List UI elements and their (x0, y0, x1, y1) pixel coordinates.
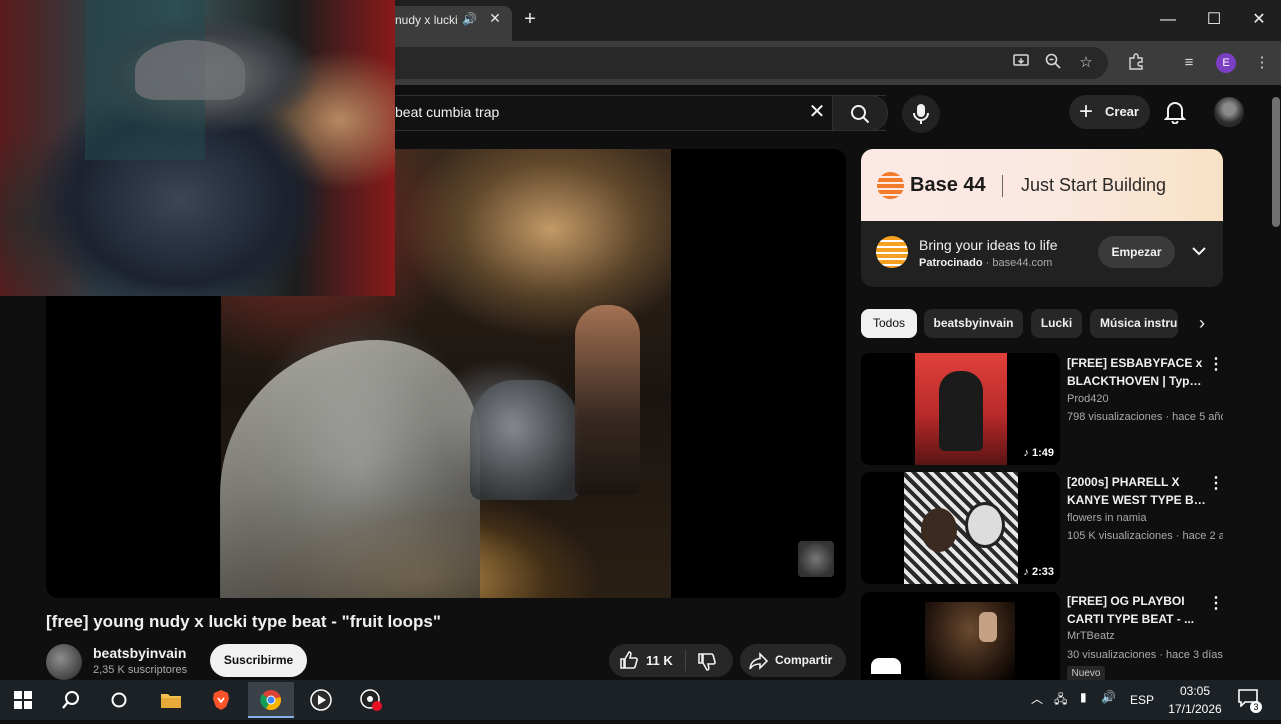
rec-thumbnail-hand (979, 612, 997, 642)
ad-cta-button[interactable]: Empezar (1098, 236, 1175, 268)
channel-watermark[interactable] (798, 541, 834, 577)
rec-meta: 30 visualizaciones · hace 3 días (1067, 649, 1223, 661)
new-tab-button[interactable]: + (520, 8, 540, 30)
volume-icon[interactable]: 🔊 (1101, 690, 1116, 704)
ad-headline[interactable]: Bring your ideas to life (919, 237, 1058, 253)
brave-browser-icon[interactable] (198, 682, 244, 718)
rec-title[interactable]: [FREE] OG PLAYBOI CARTI TYPE BEAT - ... (1067, 592, 1207, 628)
like-count[interactable]: 11 K (646, 653, 673, 668)
microphone-icon (913, 104, 929, 124)
video-person-shape (575, 305, 640, 495)
notification-count-badge: 3 (1250, 701, 1262, 713)
account-avatar[interactable] (1214, 97, 1244, 127)
chevron-down-icon[interactable] (1189, 240, 1209, 262)
chrome-taskbar-icon[interactable] (248, 682, 294, 718)
rec-thumbnail[interactable]: ♪ 1:49 (861, 353, 1060, 465)
share-label: Compartir (775, 653, 833, 667)
chrome-menu-icon[interactable]: ⋮ (1251, 52, 1273, 74)
ad-tagline: Just Start Building (1021, 175, 1167, 195)
webcam-hat-shape (135, 40, 245, 100)
rec-meta: 798 visualizaciones · hace 5 años (1067, 411, 1223, 423)
search-icon (851, 105, 870, 124)
chip-beatsbyinvain[interactable]: beatsbyinvain (924, 309, 1023, 338)
ad-brand-name: Base 44 (910, 174, 986, 196)
extensions-icon[interactable] (1125, 52, 1147, 74)
windows-start-icon[interactable] (0, 682, 46, 718)
more-options-icon[interactable]: ⋮ (1208, 473, 1224, 493)
install-app-icon[interactable] (1010, 52, 1032, 74)
more-options-icon[interactable]: ⋮ (1208, 354, 1224, 374)
rec-thumbnail[interactable] (861, 592, 1060, 680)
speaker-icon[interactable]: 🔊 (462, 12, 477, 26)
subscriber-count: 2,35 K suscriptores (93, 664, 188, 676)
tray-expand-icon[interactable]: ︿ (1031, 690, 1043, 707)
channel-avatar[interactable] (46, 644, 82, 680)
voice-search-button[interactable] (902, 95, 940, 133)
rec-thumbnail-figure (939, 371, 983, 451)
chip-musica-instrumental[interactable]: Música instrumental (1090, 309, 1178, 338)
language-indicator[interactable]: ESP (1130, 693, 1154, 707)
rec-duration: ♪ 1:49 (1023, 447, 1054, 459)
rec-meta: 105 K visualizaciones · hace 2 años (1067, 530, 1223, 542)
tab-close-icon[interactable]: ✕ (488, 10, 502, 28)
search-clear-icon[interactable]: ✕ (806, 100, 828, 124)
minimize-icon[interactable]: — (1156, 8, 1180, 32)
notifications-bell-icon[interactable] (1163, 100, 1188, 126)
ad-advertiser-icon[interactable] (876, 236, 908, 268)
zoom-icon[interactable] (1042, 52, 1064, 74)
rec-title[interactable]: [2000s] PHARELL X KANYE WEST TYPE BEAT (1067, 473, 1207, 509)
address-bar[interactable] (380, 47, 1108, 79)
new-badge: Nuevo (1067, 666, 1105, 681)
bookmark-star-icon[interactable]: ☆ (1075, 52, 1097, 74)
plus-icon: + (1079, 98, 1094, 125)
ad-domain: base44.com (992, 257, 1053, 269)
rec-channel[interactable]: MrTBeatz (1067, 630, 1115, 642)
subscribe-button[interactable]: Suscribirme (210, 644, 307, 677)
rec-channel[interactable]: flowers in namia (1067, 512, 1146, 524)
rec-title[interactable]: [FREE] ESBABYFACE xBLACKTHOVEN | Type Be… (1067, 354, 1207, 390)
ad-separator (1002, 175, 1003, 197)
chip-todos[interactable]: Todos (861, 309, 917, 338)
ad-sponsored-label: Patrocinado (919, 257, 983, 269)
chip-lucki[interactable]: Lucki (1031, 309, 1082, 338)
share-icon (749, 652, 769, 670)
clock-date[interactable]: 17/1/2026 (1162, 702, 1228, 716)
ad-logo-icon (877, 172, 904, 199)
clock-time[interactable]: 03:05 (1172, 684, 1218, 698)
browser-tab-title: nudy x lucki typ (395, 13, 457, 27)
dislike-icon[interactable] (697, 652, 717, 672)
usb-device-icon[interactable]: ▮ (1080, 690, 1087, 704)
like-divider (685, 650, 686, 671)
video-car2-shape (470, 380, 580, 500)
cortana-icon[interactable] (96, 682, 142, 718)
ad-sponsored-line: Patrocinado · base44.com (919, 257, 1052, 269)
window-close-icon[interactable]: ✕ (1247, 8, 1271, 32)
media-player-icon[interactable] (298, 682, 344, 718)
like-icon[interactable] (619, 650, 639, 670)
rec-thumbnail-art (925, 602, 1015, 680)
rec-thumbnail[interactable]: ♪ 2:33 (861, 472, 1060, 584)
rec-thumbnail-logo (871, 658, 901, 674)
scrollbar-thumb[interactable] (1272, 97, 1280, 227)
network-icon[interactable]: 🖧 (1054, 690, 1067, 711)
search-query-text: beat cumbia trap (395, 104, 500, 120)
media-control-icon[interactable]: ≡ (1178, 52, 1200, 74)
webcam-overlay (0, 0, 395, 296)
rec-channel[interactable]: Prod420 (1067, 393, 1109, 405)
maximize-icon[interactable]: ☐ (1202, 8, 1226, 32)
create-label: Crear (1105, 104, 1139, 119)
rec-thumbnail-face (921, 508, 957, 552)
rec-thumbnail-face (965, 502, 1005, 548)
profile-avatar[interactable]: E (1216, 53, 1236, 73)
search-button[interactable] (832, 95, 888, 131)
rec-duration: ♪ 2:33 (1023, 566, 1054, 578)
channel-name[interactable]: beatsbyinvain (93, 645, 186, 661)
ad-sponsored-separator: · (985, 257, 990, 269)
file-explorer-icon[interactable] (148, 682, 194, 718)
video-title: [free] young nudy x lucki type beat - "f… (46, 612, 441, 631)
more-options-icon[interactable]: ⋮ (1208, 593, 1224, 613)
obs-record-icon[interactable] (348, 682, 394, 718)
chevron-right-icon[interactable]: › (1192, 310, 1212, 336)
taskbar-search-icon[interactable] (48, 682, 94, 718)
